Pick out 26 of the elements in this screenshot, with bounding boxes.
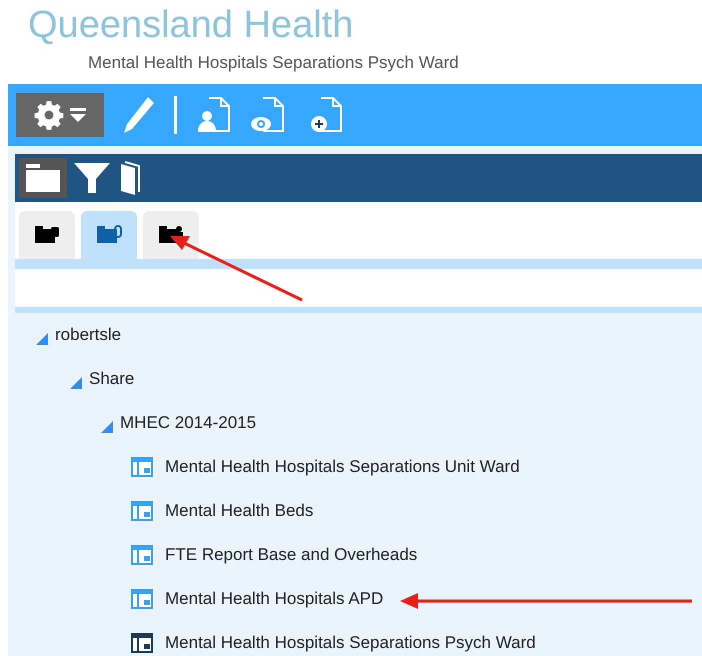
- report-item[interactable]: Mental Health Beds: [165, 498, 314, 524]
- app-title: Queensland Health: [28, 4, 354, 46]
- expand-triangle-icon[interactable]: [69, 376, 83, 390]
- folder-view-button[interactable]: [19, 158, 67, 198]
- report-item[interactable]: Mental Health Hospitals APD: [165, 586, 384, 612]
- dropdown-icon: [70, 108, 86, 122]
- expand-triangle-icon[interactable]: [100, 420, 114, 434]
- expand-triangle-icon[interactable]: [35, 332, 49, 346]
- folder-tab[interactable]: [19, 211, 75, 259]
- folder-item[interactable]: robertsle: [55, 322, 122, 348]
- report-title: Mental Health Hospitals Separations Psych Ward: [88, 53, 459, 72]
- folder-icon: [96, 225, 122, 245]
- report-item[interactable]: Mental Health Hospitals Separations Psych Ward: [165, 630, 536, 656]
- gear-icon: [34, 100, 64, 130]
- pencil-icon[interactable]: [122, 95, 156, 135]
- report-item[interactable]: Mental Health Hospitals Separations Unit Ward: [165, 454, 520, 480]
- folder-item[interactable]: Share: [89, 366, 134, 392]
- folder-icon: [34, 225, 60, 245]
- folder-icon: [25, 163, 61, 193]
- search-field[interactable]: [15, 259, 702, 313]
- folder-item[interactable]: MHEC 2014-2015: [120, 410, 256, 436]
- folder-tab[interactable]: [143, 211, 199, 259]
- filter-icon[interactable]: [73, 161, 111, 195]
- document-user-icon[interactable]: [195, 96, 231, 134]
- report-item[interactable]: FTE Report Base and Overheads: [165, 542, 418, 568]
- settings-menu-button[interactable]: [16, 93, 104, 137]
